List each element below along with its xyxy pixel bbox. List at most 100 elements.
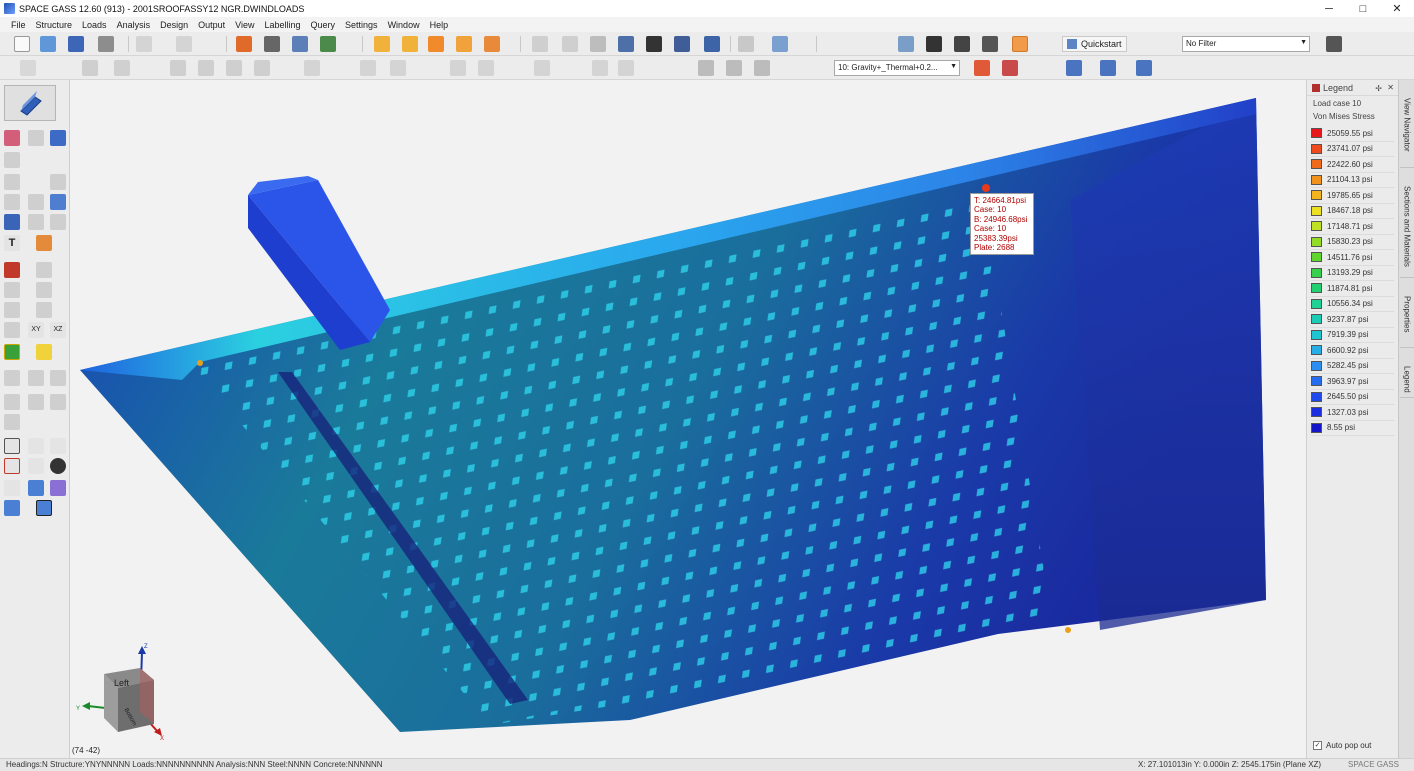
line-icon[interactable] (360, 60, 376, 76)
wave-tool-icon[interactable] (28, 370, 44, 386)
snap-node-icon[interactable] (28, 458, 44, 474)
layers-icon[interactable] (1136, 60, 1152, 76)
slave-tool-icon[interactable] (36, 302, 52, 318)
menu-settings[interactable]: Settings (340, 20, 383, 30)
node-tool-icon[interactable] (4, 130, 20, 146)
legend-swatch[interactable] (1311, 422, 1322, 433)
menu-query[interactable]: Query (306, 20, 341, 30)
distribute-icon[interactable] (618, 60, 634, 76)
menu-design[interactable]: Design (155, 20, 193, 30)
pick-icon[interactable] (236, 36, 252, 52)
maximize-button[interactable]: □ (1346, 0, 1380, 17)
legend-swatch[interactable] (1311, 298, 1322, 309)
member-icon[interactable] (562, 36, 578, 52)
menu-loads[interactable]: Loads (77, 20, 112, 30)
find-icon[interactable] (926, 36, 942, 52)
legend-swatch[interactable] (1311, 174, 1322, 185)
measure-icon[interactable] (264, 36, 280, 52)
group-tool-icon[interactable] (4, 414, 20, 430)
view-icon[interactable] (1066, 60, 1082, 76)
menu-labelling[interactable]: Labelling (259, 20, 305, 30)
undo-icon[interactable] (136, 36, 152, 52)
support-tool-icon[interactable] (4, 322, 20, 338)
menu-view[interactable]: View (230, 20, 259, 30)
stop-icon[interactable] (974, 60, 990, 76)
menu-window[interactable]: Window (383, 20, 425, 30)
model-viewport[interactable]: T: 24664.81psi Case: 10 B: 24946.68psi C… (70, 80, 1306, 758)
filter-icon[interactable] (1326, 36, 1342, 52)
xy-tool-icon[interactable]: XY (28, 322, 44, 338)
plate-icon[interactable] (590, 36, 606, 52)
legend-swatch[interactable] (1311, 314, 1322, 325)
load-edit-icon[interactable] (456, 36, 472, 52)
generator-icon[interactable] (320, 36, 336, 52)
settings-icon[interactable] (754, 60, 770, 76)
copy-icon[interactable] (738, 36, 754, 52)
menu-analysis[interactable]: Analysis (112, 20, 156, 30)
rotate-tool-icon[interactable] (50, 174, 66, 190)
minimize-button[interactable]: ─ (1312, 0, 1346, 17)
pencil-icon[interactable] (374, 36, 390, 52)
hash-tool-icon[interactable] (4, 438, 20, 454)
curve-icon[interactable] (304, 60, 320, 76)
pin-icon[interactable]: ✢ (1375, 84, 1382, 93)
legend-swatch[interactable] (1311, 236, 1322, 247)
extrude-icon[interactable] (198, 60, 214, 76)
legend-swatch[interactable] (1311, 391, 1322, 402)
lock-icon[interactable] (646, 36, 662, 52)
redo-icon[interactable] (176, 36, 192, 52)
frame-icon[interactable] (1012, 36, 1028, 52)
arrow-up-icon[interactable] (450, 60, 466, 76)
stress-icon[interactable] (1002, 60, 1018, 76)
stretch-tool-icon[interactable] (28, 194, 44, 210)
plate-tool-icon[interactable] (50, 130, 66, 146)
tab-view-navigator[interactable]: View Navigator (1400, 84, 1414, 168)
close-panel-icon[interactable]: ✕ (1387, 83, 1394, 92)
tab-sections-materials[interactable]: Sections and Materials (1400, 172, 1414, 278)
legend-swatch[interactable] (1311, 376, 1322, 387)
menu-file[interactable]: File (6, 20, 31, 30)
highlight-tool-icon[interactable] (36, 344, 52, 360)
legend-swatch[interactable] (1311, 345, 1322, 356)
filter-select[interactable]: No Filter ▼ (1182, 36, 1310, 52)
snap-center-icon[interactable] (50, 458, 66, 474)
table-icon[interactable] (292, 36, 308, 52)
master-tool-icon[interactable] (4, 302, 20, 318)
plate-list-icon[interactable] (28, 394, 44, 410)
load-copy-icon[interactable] (484, 36, 500, 52)
text-tool-icon[interactable]: T (4, 235, 20, 251)
grid-tool-icon[interactable] (4, 214, 20, 230)
split-tool-icon[interactable] (50, 194, 66, 210)
new-file-icon[interactable] (14, 36, 30, 52)
menu-output[interactable]: Output (193, 20, 230, 30)
view-cube[interactable]: Left Bottom Z Y X (70, 640, 170, 740)
app-icon[interactable] (4, 3, 15, 14)
intersect-icon[interactable] (254, 60, 270, 76)
table-view-icon[interactable] (698, 60, 714, 76)
offset-tool-icon[interactable] (4, 282, 20, 298)
spring-tool-icon[interactable] (36, 262, 52, 278)
select-icon[interactable] (20, 60, 36, 76)
hinge-tool-icon[interactable] (36, 282, 52, 298)
legend-swatch[interactable] (1311, 283, 1322, 294)
restraint-icon[interactable] (478, 60, 494, 76)
legend-swatch[interactable] (1311, 267, 1322, 278)
mesh-icon[interactable] (618, 36, 634, 52)
tab-legend[interactable]: Legend (1400, 352, 1414, 398)
legend-swatch[interactable] (1311, 360, 1322, 371)
grid-icon[interactable] (704, 36, 720, 52)
legend-swatch[interactable] (1311, 143, 1322, 154)
move-icon[interactable] (82, 60, 98, 76)
legend-swatch[interactable] (1311, 205, 1322, 216)
arc-tool-icon[interactable] (28, 130, 44, 146)
offset-icon[interactable] (390, 60, 406, 76)
open-file-icon[interactable] (40, 36, 56, 52)
snap-grid-icon[interactable] (4, 458, 20, 474)
legend-swatch[interactable] (1311, 190, 1322, 201)
pointer-tool-icon[interactable] (4, 500, 20, 516)
close-button[interactable]: ✕ (1380, 0, 1414, 17)
legend-swatch[interactable] (1311, 252, 1322, 263)
copy-tool-icon[interactable] (4, 152, 20, 168)
report-icon[interactable] (726, 60, 742, 76)
truck-icon[interactable] (772, 36, 788, 52)
